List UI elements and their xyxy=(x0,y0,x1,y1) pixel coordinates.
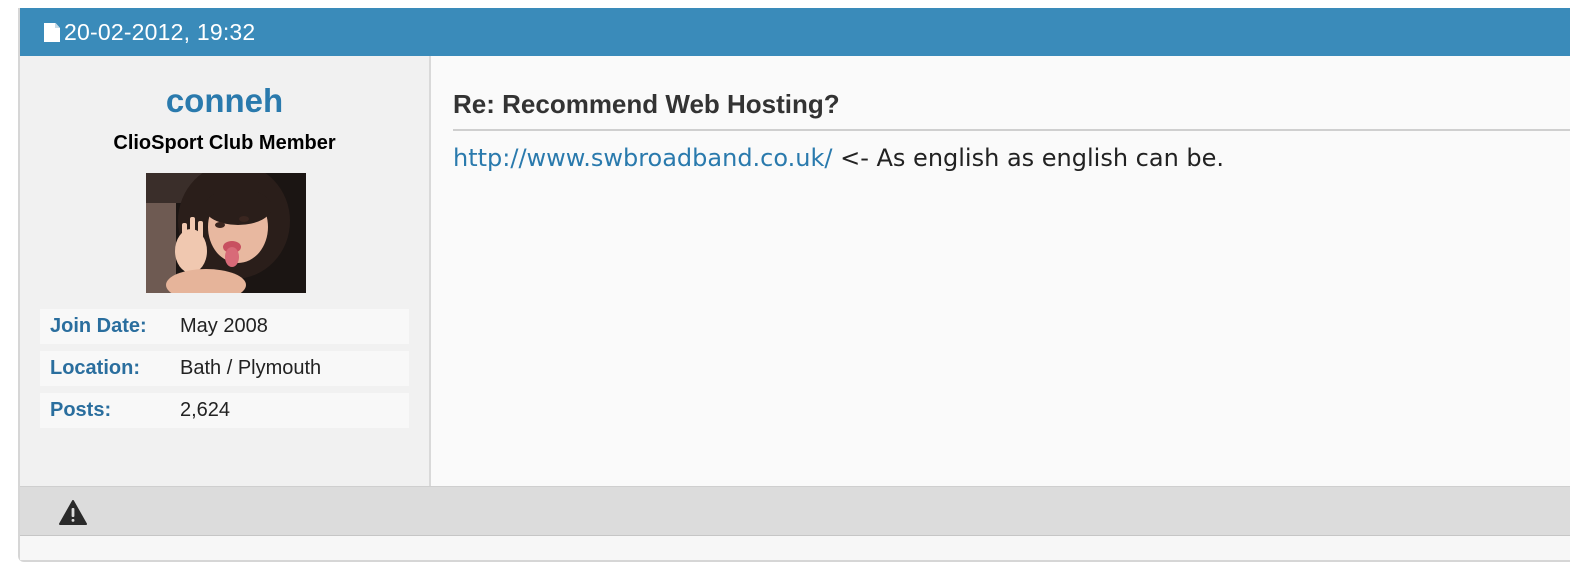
user-stats: Join Date: May 2008 Location: Bath / Ply… xyxy=(40,309,409,435)
user-info-panel: conneh ClioSport Club Member Join Date: … xyxy=(20,56,431,486)
avatar-image xyxy=(146,173,306,293)
document-icon xyxy=(44,23,60,42)
username-link[interactable]: conneh xyxy=(20,81,429,121)
post-container: 20-02-2012, 19:32 conneh ClioSport Club … xyxy=(18,8,1570,562)
stat-location: Location: Bath / Plymouth xyxy=(40,351,409,386)
stat-label: Location: xyxy=(50,357,140,379)
post-footer xyxy=(20,486,1570,536)
post-title: Re: Recommend Web Hosting? xyxy=(453,89,840,119)
post-body: Re: Recommend Web Hosting? http://www.sw… xyxy=(431,56,1570,486)
post-link[interactable]: http://www.swbroadband.co.uk/ xyxy=(453,144,832,172)
post-footer-strip xyxy=(20,536,1570,560)
stat-posts: Posts: 2,624 xyxy=(40,393,409,428)
avatar[interactable] xyxy=(146,173,306,293)
stat-value: May 2008 xyxy=(180,315,268,337)
stat-label: Posts: xyxy=(50,399,112,421)
title-divider xyxy=(453,129,1570,131)
warning-icon xyxy=(59,500,87,525)
stat-join-date: Join Date: May 2008 xyxy=(40,309,409,344)
stat-label: Join Date: xyxy=(50,315,147,337)
post-text: <- As english as english can be. xyxy=(832,144,1225,172)
stat-value: Bath / Plymouth xyxy=(180,357,322,379)
stat-value: 2,624 xyxy=(180,399,231,421)
user-title: ClioSport Club Member xyxy=(113,132,336,154)
post-header: 20-02-2012, 19:32 xyxy=(20,8,1570,56)
report-button[interactable] xyxy=(58,499,88,527)
post-date: 20-02-2012, 19:32 xyxy=(64,18,256,45)
post-content: http://www.swbroadband.co.uk/ <- As engl… xyxy=(453,144,1224,172)
